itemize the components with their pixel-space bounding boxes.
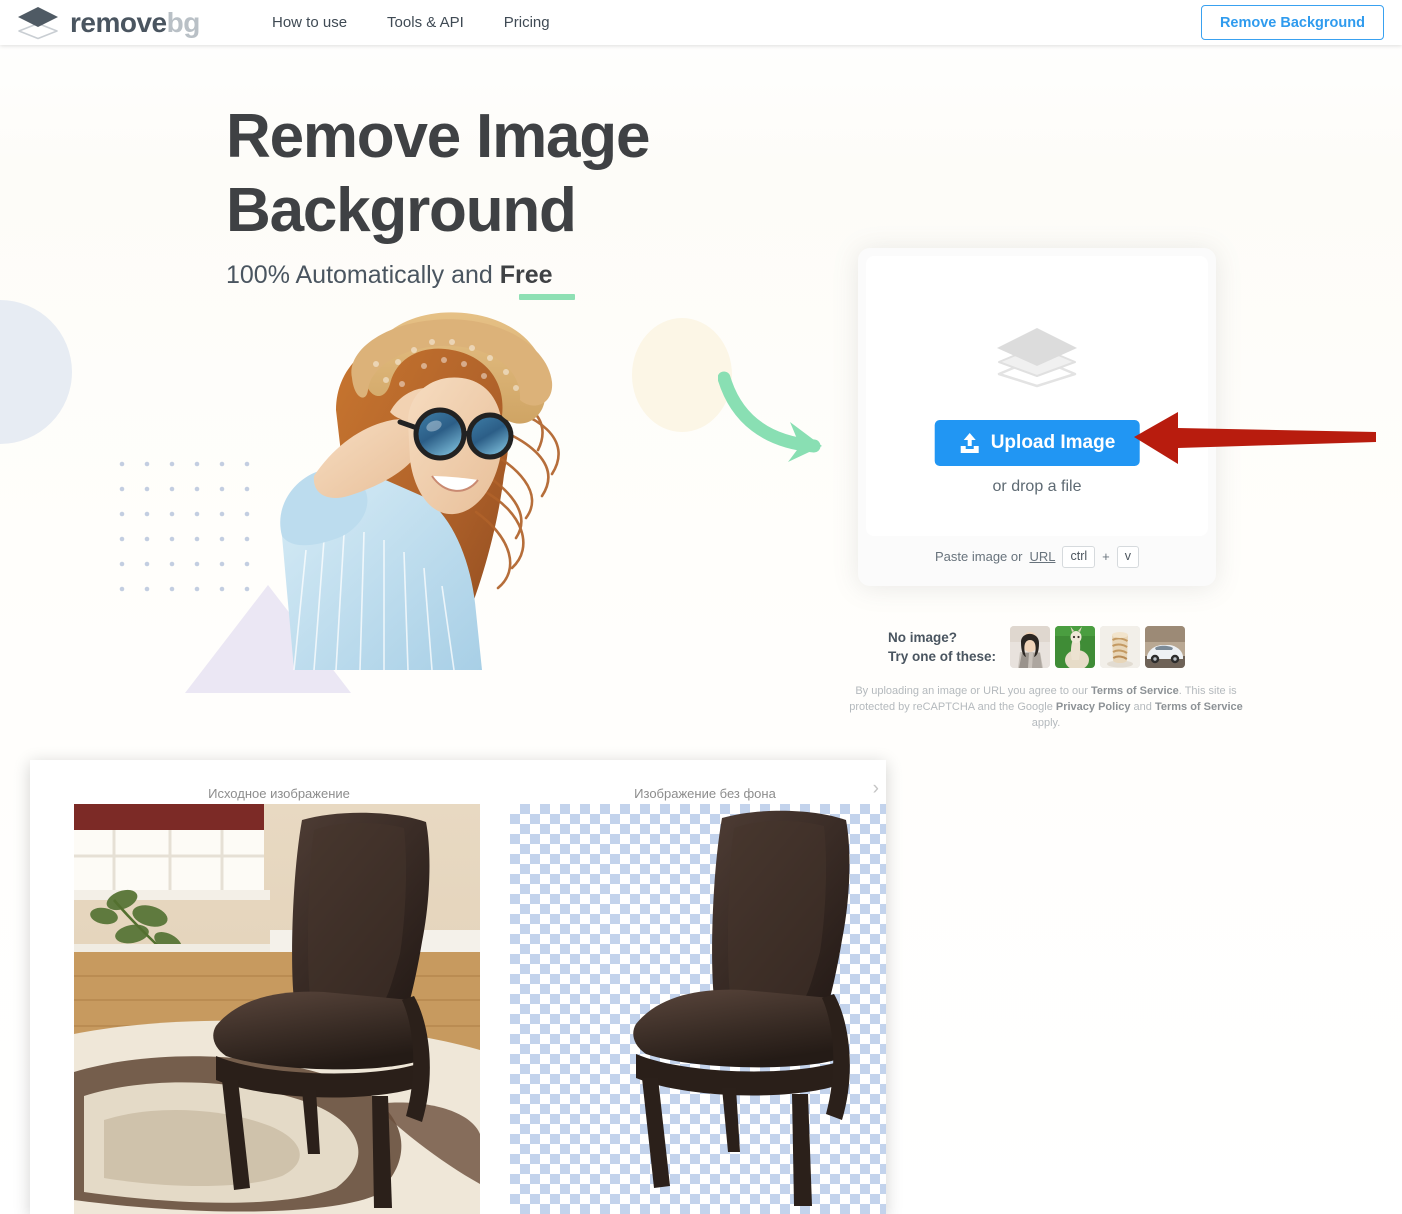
site-header: removebg How to use Tools & API Pricing …: [0, 0, 1402, 45]
legal-text-part3: and: [1130, 701, 1155, 713]
drop-file-hint: or drop a file: [992, 478, 1082, 495]
nav-item-how-to-use[interactable]: How to use: [272, 14, 347, 31]
woman-portrait-thumbnail[interactable]: [1010, 626, 1051, 668]
key-plus: +: [1102, 549, 1110, 565]
caption-removed-background: Изображение без фона: [634, 786, 776, 801]
hero-subtitle-emphasis: Free: [499, 261, 553, 289]
hero-photo-woman: [280, 312, 560, 670]
terms-of-service-link-1[interactable]: Terms of Service: [1091, 685, 1179, 697]
upload-image-button[interactable]: Upload Image: [934, 420, 1140, 466]
terms-of-service-link-2[interactable]: Terms of Service: [1155, 701, 1243, 713]
remove-background-button[interactable]: Remove Background: [1200, 5, 1384, 40]
logo-word-bg: bg: [166, 7, 201, 38]
nav-item-tools-api[interactable]: Tools & API: [387, 14, 464, 31]
chevron-right-icon[interactable]: ›: [873, 779, 879, 798]
upload-image-label: Upload Image: [990, 432, 1116, 453]
layers-stack-icon: [18, 7, 58, 40]
legal-text-part1: By uploading an image or URL you agree t…: [855, 685, 1091, 697]
white-sports-car-thumbnail[interactable]: [1145, 626, 1186, 668]
alpaca-thumbnail[interactable]: [1055, 626, 1096, 668]
logo-word-remove: remove: [70, 7, 167, 38]
privacy-policy-link[interactable]: Privacy Policy: [1056, 701, 1131, 713]
sample-images-section: No image? Try one of these:: [888, 626, 1186, 668]
sample-thumbnails: [1010, 626, 1186, 668]
red-pointer-arrow: [1134, 412, 1376, 464]
page-title: Remove Image Background: [226, 102, 650, 245]
hero-subtitle: 100% Automatically and Free: [226, 261, 553, 290]
nav-item-pricing[interactable]: Pricing: [504, 14, 550, 31]
sample-label-line2: Try one of these:: [888, 649, 997, 664]
key-v: v: [1116, 546, 1139, 568]
logo-wordmark: removebg: [70, 9, 200, 37]
layers-stack-icon: [997, 328, 1077, 388]
sample-images-label: No image? Try one of these:: [888, 628, 996, 666]
paste-hint-row: Paste image or URL ctrl + v: [858, 546, 1216, 568]
paste-url-link[interactable]: URL: [1029, 549, 1055, 564]
original-image: [74, 804, 480, 1214]
legal-text-part4: apply.: [1031, 717, 1061, 729]
upload-icon: [960, 433, 979, 453]
caption-original-image: Исходное изображение: [208, 786, 350, 801]
legal-disclaimer: By uploading an image or URL you agree t…: [846, 683, 1246, 731]
main-nav: How to use Tools & API Pricing: [272, 0, 550, 45]
hero-subtitle-prefix: 100% Automatically and: [226, 261, 500, 289]
removebg-landing-page: removebg How to use Tools & API Pricing …: [0, 0, 1402, 1214]
pastry-cake-thumbnail[interactable]: [1100, 626, 1141, 668]
paste-hint-prefix: Paste image or: [935, 549, 1023, 565]
upload-card-inner: Upload Image or drop a file: [866, 256, 1208, 536]
result-comparison-panel: Исходное изображение Изображение без фон…: [30, 760, 886, 1214]
removed-background-image: [510, 804, 886, 1214]
sample-label-line1: No image?: [888, 630, 958, 645]
logo[interactable]: removebg: [16, 2, 200, 44]
key-ctrl: ctrl: [1062, 546, 1096, 568]
